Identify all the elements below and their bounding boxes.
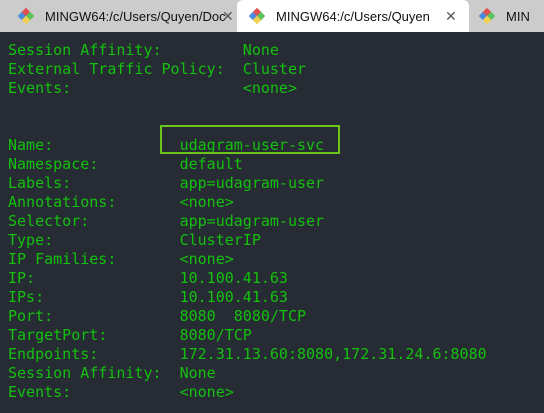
terminal-line: Events: <none> — [8, 79, 297, 97]
tab-title: MINGW64:/c/Users/Quyen — [276, 8, 430, 24]
git-bash-icon — [478, 7, 496, 25]
terminal-line: TargetPort: 8080/TCP — [8, 326, 252, 344]
tab-bar: MINGW64:/c/Users/Quyen/Doc ✕ MINGW64:/c/… — [0, 0, 544, 32]
terminal-line: Type: ClusterIP — [8, 231, 261, 249]
terminal-line: Selector: app=udagram-user — [8, 212, 325, 230]
tab-mingw64-quyen[interactable]: MINGW64:/c/Users/Quyen ✕ — [237, 0, 469, 32]
close-icon[interactable]: ✕ — [222, 8, 234, 25]
terminal-line: Session Affinity: None — [8, 41, 279, 59]
terminal-output[interactable]: Session Affinity: None External Traffic P… — [8, 41, 487, 402]
terminal-line: IP: 10.100.41.63 — [8, 269, 288, 287]
terminal-line: Events: <none> — [8, 383, 234, 401]
terminal-line: External Traffic Policy: Cluster — [8, 60, 307, 78]
close-icon[interactable]: ✕ — [445, 8, 457, 25]
terminal-line: Labels: app=udagram-user — [8, 174, 325, 192]
terminal-line: Session Affinity: None — [8, 364, 216, 382]
terminal-line: Endpoints: 172.31.13.60:8080,172.31.24.6… — [8, 345, 487, 363]
tab-mingw64-third[interactable]: MIN — [477, 0, 544, 32]
git-bash-icon — [17, 7, 35, 25]
tab-title: MIN — [506, 8, 530, 24]
terminal-line: IP Families: <none> — [8, 250, 234, 268]
tab-title: MINGW64:/c/Users/Quyen/Doc — [45, 8, 226, 24]
terminal-line: IPs: 10.100.41.63 — [8, 288, 288, 306]
git-bash-icon — [248, 7, 266, 25]
highlight-box — [160, 125, 340, 154]
terminal-line: Annotations: <none> — [8, 193, 234, 211]
tab-mingw64-doc[interactable]: MINGW64:/c/Users/Quyen/Doc ✕ — [0, 0, 245, 32]
terminal-line: Port: 8080 8080/TCP — [8, 307, 307, 325]
terminal-line: Namespace: default — [8, 155, 243, 173]
